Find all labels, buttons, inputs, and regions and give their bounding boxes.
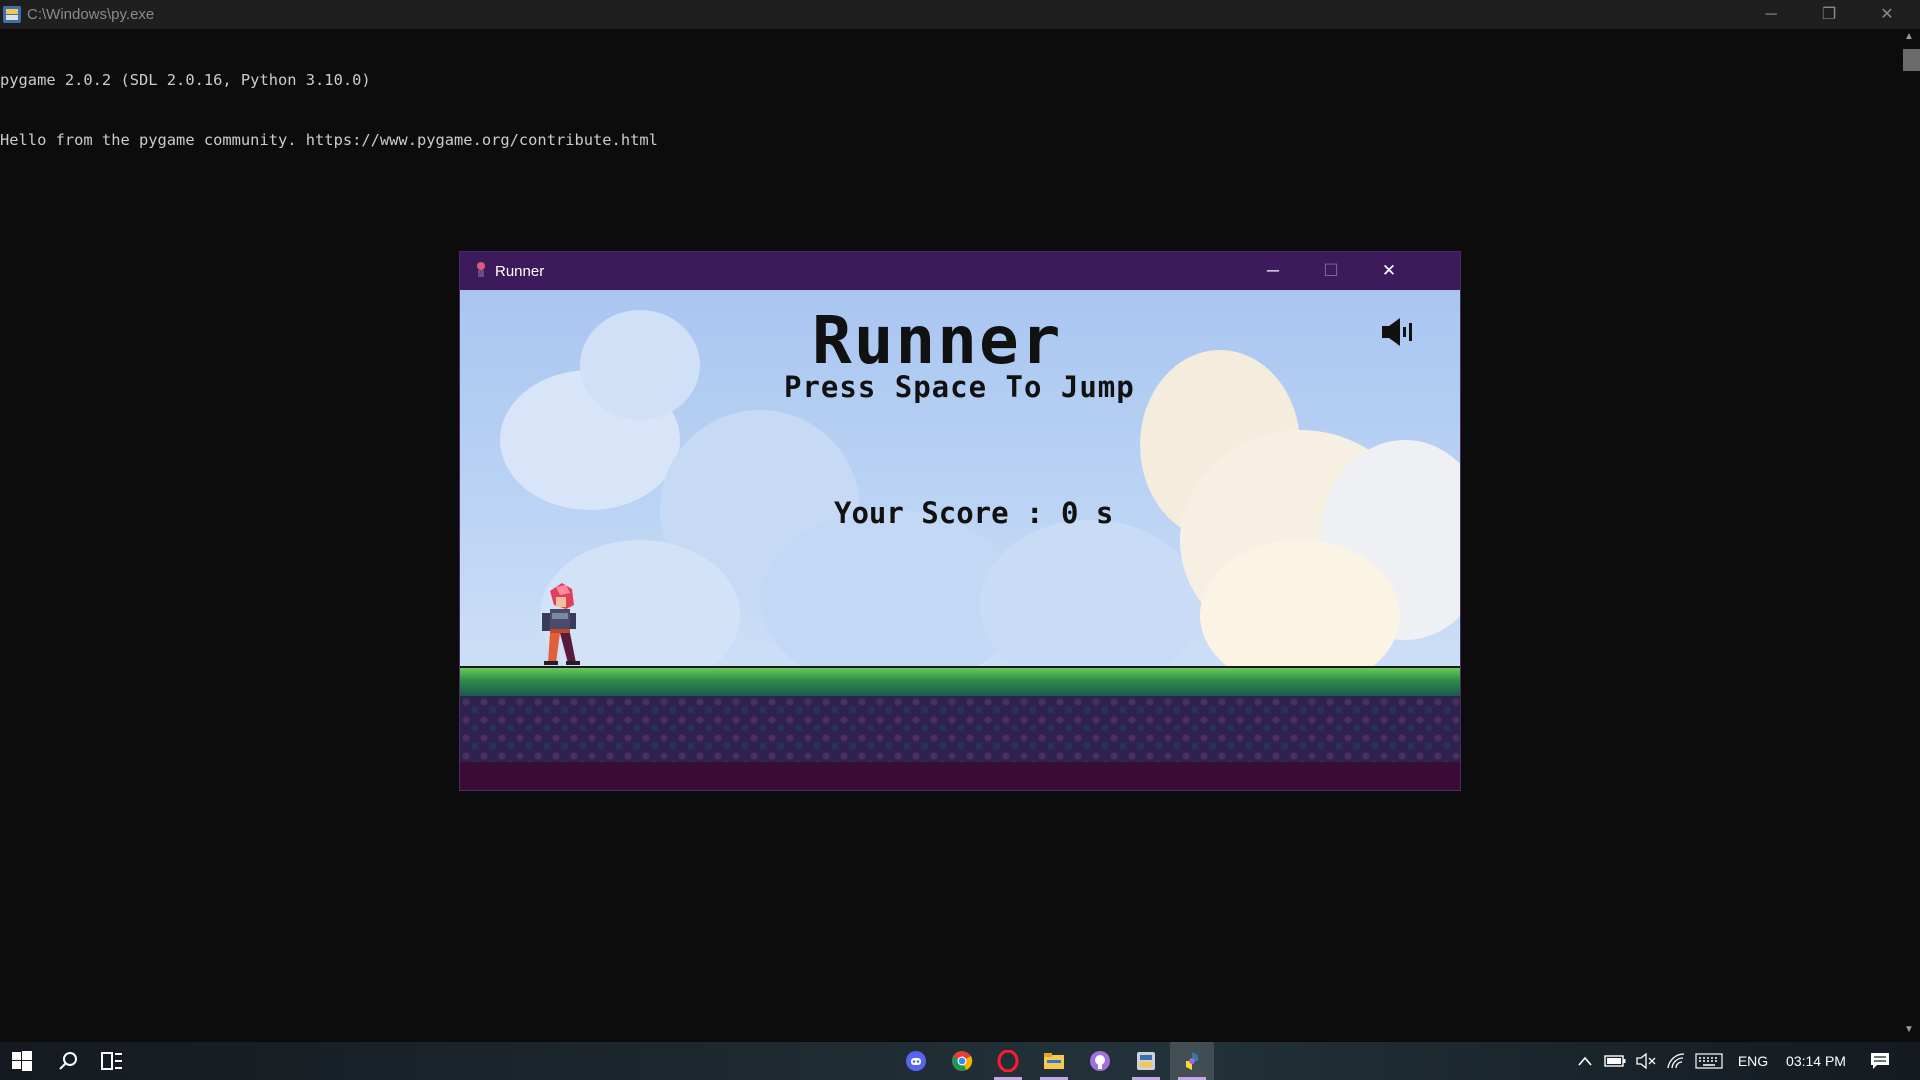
cloud: [980, 520, 1200, 690]
taskbar-app-chrome[interactable]: [940, 1042, 984, 1080]
search-icon: [59, 1052, 77, 1070]
game-title: Runner: [812, 302, 1063, 379]
notification-icon: [1871, 1053, 1889, 1069]
console-close-button[interactable]: ✕: [1858, 0, 1916, 29]
taskbar-app-opera[interactable]: [986, 1042, 1030, 1080]
task-view-button[interactable]: [90, 1042, 134, 1080]
chevron-up-icon: [1578, 1056, 1592, 1066]
console-titlebar: C:\Windows\py.exe ─ ❐ ✕: [0, 0, 1920, 29]
input-language[interactable]: ENG: [1732, 1042, 1774, 1080]
opera-icon: [997, 1050, 1019, 1072]
game-window-title: Runner: [495, 263, 545, 280]
clock[interactable]: 03:14 PM: [1780, 1042, 1852, 1080]
taskbar-app-pygame[interactable]: [1170, 1042, 1214, 1080]
console-output: pygame 2.0.2 (SDL 2.0.16, Python 3.10.0)…: [0, 30, 658, 170]
action-center-button[interactable]: [1866, 1042, 1894, 1080]
game-window: Runner ─ ☐ ✕ Runner Press Space To Jump …: [459, 251, 1461, 791]
chrome-icon: [952, 1051, 973, 1071]
bedrock-layer: [460, 762, 1460, 790]
dirt-layer: [460, 696, 1460, 762]
touch-keyboard-button[interactable]: [1694, 1042, 1724, 1080]
scroll-down-icon[interactable]: ▼: [1904, 1024, 1914, 1035]
player-character: [542, 583, 580, 665]
console-title: C:\Windows\py.exe: [27, 6, 155, 23]
console-minimize-button[interactable]: ─: [1742, 0, 1800, 29]
scroll-thumb[interactable]: [1903, 49, 1920, 71]
game-minimize-button[interactable]: ─: [1244, 252, 1302, 290]
windows-logo-icon: [12, 1051, 32, 1071]
cloud: [580, 310, 700, 420]
game-maximize-button[interactable]: ☐: [1302, 252, 1360, 290]
console-line: pygame 2.0.2 (SDL 2.0.16, Python 3.10.0): [0, 71, 371, 89]
python-launcher-icon: [3, 6, 21, 23]
battery-icon: [1604, 1055, 1626, 1067]
taskbar-app-discord[interactable]: [894, 1042, 938, 1080]
speaker-icon[interactable]: [1380, 316, 1416, 348]
pygame-icon: [1186, 1052, 1198, 1070]
jump-hint: Press Space To Jump: [784, 370, 1135, 404]
folder-icon: [1044, 1053, 1064, 1069]
volume-muted-icon: [1636, 1053, 1656, 1069]
scroll-up-icon[interactable]: ▲: [1904, 31, 1914, 42]
search-button[interactable]: [46, 1042, 90, 1080]
taskbar: ENG 03:14 PM: [0, 1042, 1920, 1080]
show-hidden-icons-button[interactable]: [1574, 1042, 1596, 1080]
score-text: Your Score : 0 s: [834, 496, 1114, 530]
runner-app-icon: [477, 262, 485, 277]
network-button[interactable]: [1664, 1042, 1688, 1080]
ground: [460, 666, 1460, 790]
taskbar-app-file-explorer[interactable]: [1032, 1042, 1076, 1080]
battery-button[interactable]: [1603, 1042, 1627, 1080]
game-close-button[interactable]: ✕: [1360, 252, 1418, 290]
console-line: Hello from the pygame community. https:/…: [0, 131, 658, 149]
wifi-icon: [1667, 1053, 1685, 1069]
taskbar-app-github[interactable]: [1078, 1042, 1122, 1080]
game-titlebar[interactable]: Runner ─ ☐ ✕: [460, 252, 1460, 290]
keyboard-icon: [1695, 1053, 1723, 1069]
github-icon: [1090, 1051, 1110, 1071]
task-view-icon: [101, 1052, 122, 1070]
taskbar-app-python-launcher[interactable]: [1124, 1042, 1168, 1080]
volume-button[interactable]: [1634, 1042, 1658, 1080]
console-restore-button[interactable]: ❐: [1800, 0, 1858, 29]
console-scrollbar[interactable]: ▲ ▼: [1900, 29, 1920, 1042]
start-button[interactable]: [0, 1042, 44, 1080]
discord-icon: [906, 1051, 926, 1071]
grass-strip: [460, 666, 1460, 696]
game-canvas[interactable]: Runner Press Space To Jump Your Score : …: [460, 290, 1460, 790]
python-launcher-icon: [1137, 1052, 1155, 1070]
